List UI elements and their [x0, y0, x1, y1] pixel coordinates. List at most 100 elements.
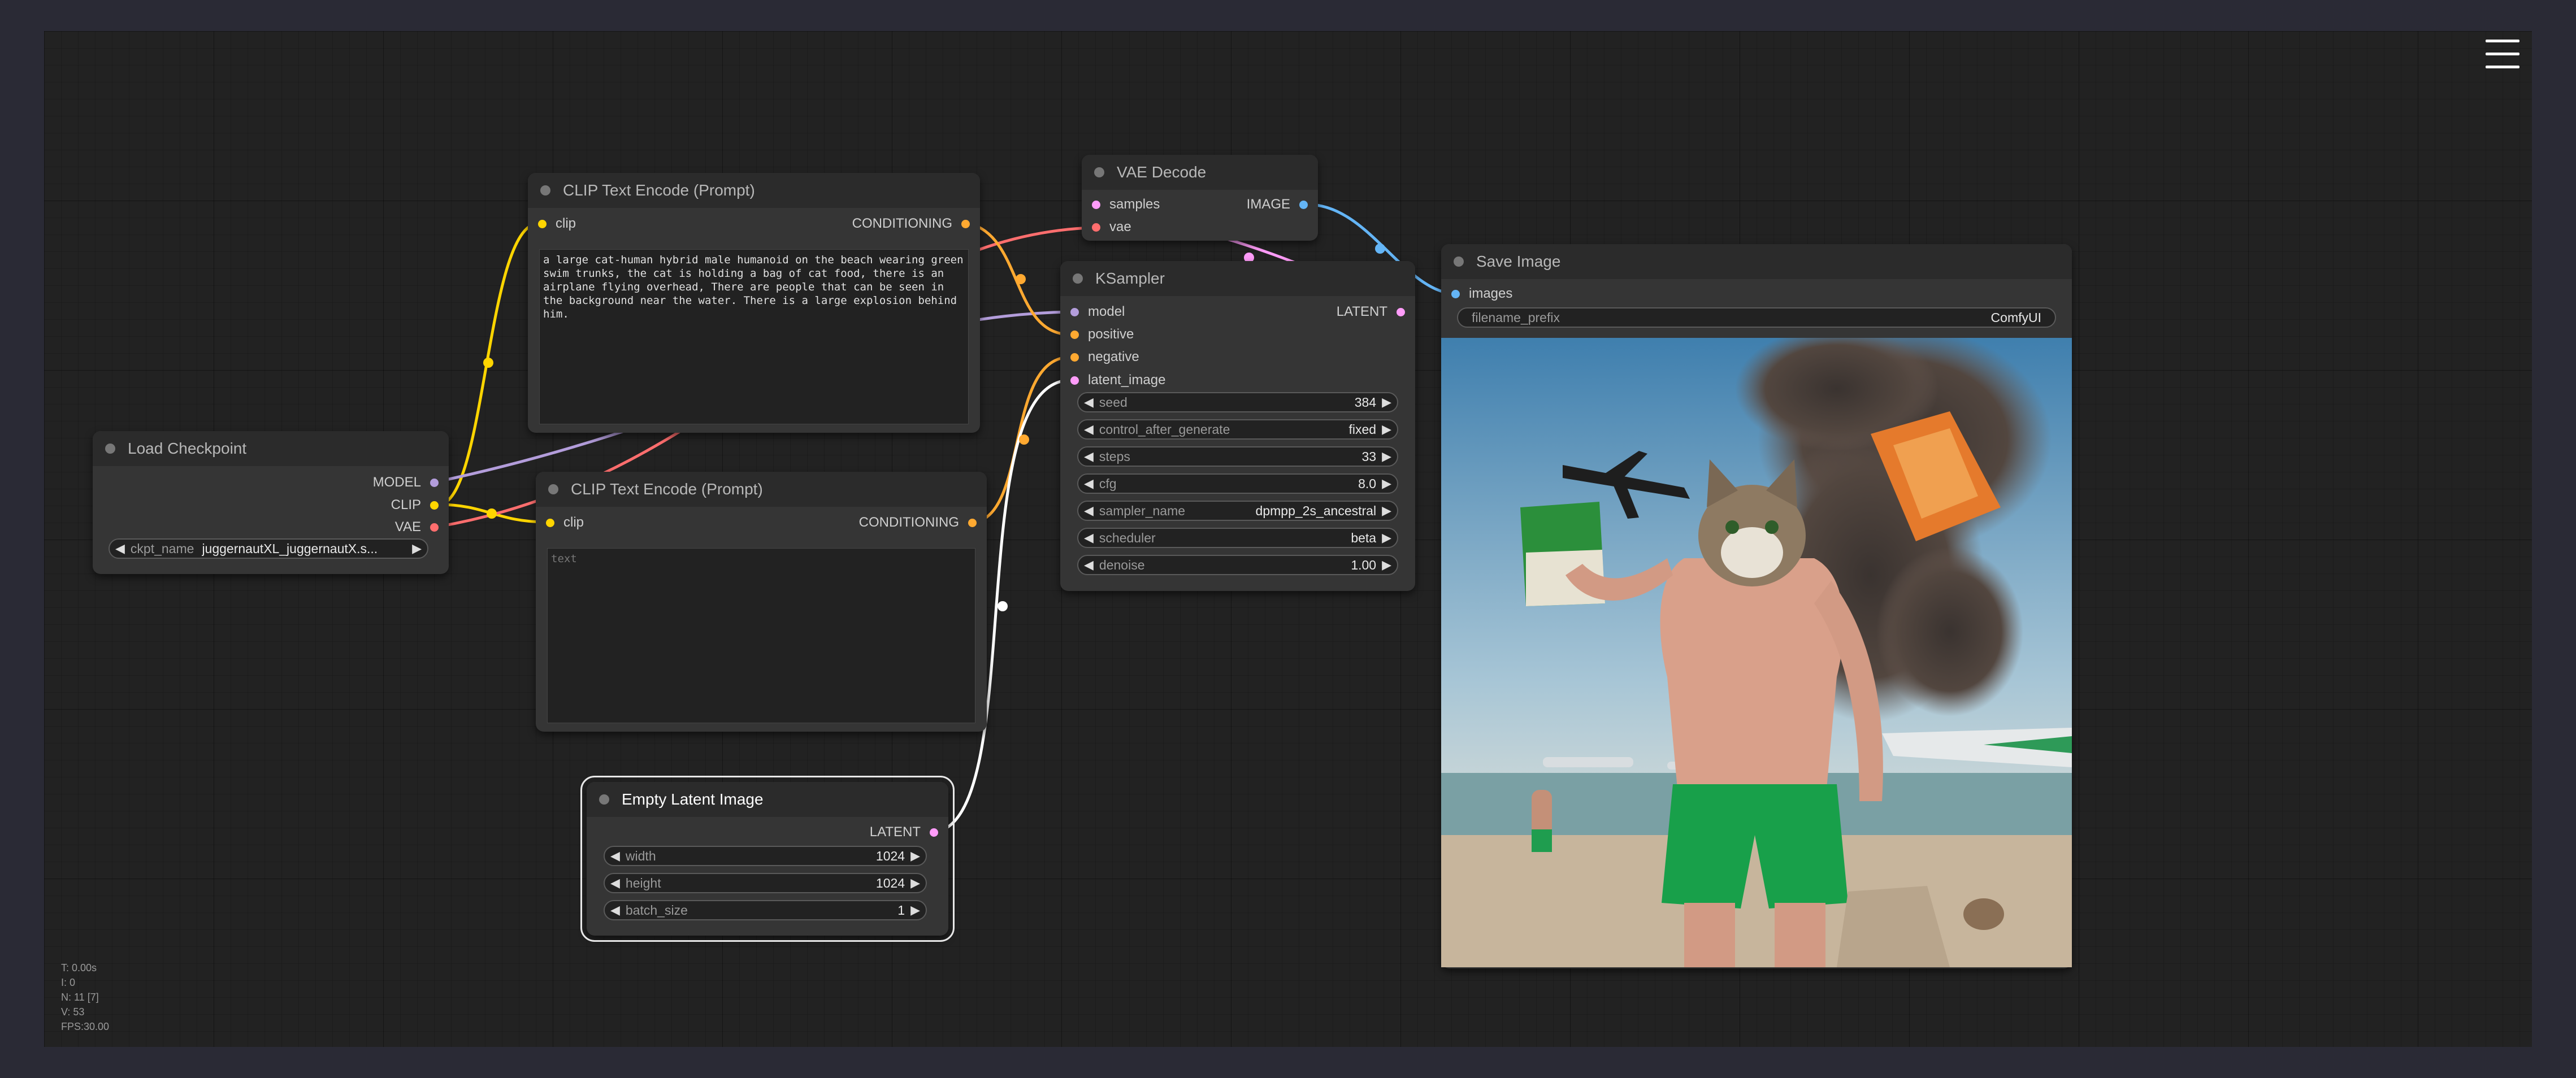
- filename-prefix-widget[interactable]: filename_prefix ComfyUI: [1457, 307, 2056, 328]
- increment-arrow-icon[interactable]: ▶: [1376, 422, 1397, 437]
- widget-label: scheduler: [1099, 530, 1156, 545]
- decrement-arrow-icon[interactable]: ◀: [1078, 395, 1099, 410]
- output-label-latent: LATENT: [869, 824, 921, 840]
- seed-widget[interactable]: ◀ seed 384 ▶: [1077, 392, 1398, 412]
- collapse-dot-icon[interactable]: [1454, 257, 1464, 267]
- decrement-arrow-icon[interactable]: ◀: [1078, 449, 1099, 464]
- decrement-arrow-icon[interactable]: ◀: [605, 876, 626, 890]
- generated-image-preview[interactable]: [1441, 338, 2072, 967]
- steps-widget[interactable]: ◀ steps 33 ▶: [1077, 446, 1398, 467]
- scheduler-widget[interactable]: ◀ scheduler beta ▶: [1077, 528, 1398, 548]
- increment-arrow-icon[interactable]: ▶: [1376, 449, 1397, 464]
- output-slot-model[interactable]: [430, 478, 439, 487]
- widget-value: 1: [897, 902, 905, 918]
- input-label-samples: samples: [1109, 197, 1160, 212]
- collapse-dot-icon[interactable]: [548, 484, 558, 494]
- node-title: KSampler: [1095, 270, 1165, 287]
- output-label-model: MODEL: [372, 475, 421, 490]
- control-after-generate-widget[interactable]: ◀ control_after_generate fixed ▶: [1077, 419, 1398, 440]
- collapse-dot-icon[interactable]: [540, 185, 550, 195]
- widget-value: juggernautXL_juggernautX.s...: [202, 541, 378, 556]
- input-slot-clip[interactable]: [546, 518, 554, 527]
- output-slot-conditioning[interactable]: [968, 518, 977, 527]
- cfg-widget[interactable]: ◀ cfg 8.0 ▶: [1077, 473, 1398, 494]
- hamburger-menu-icon[interactable]: [2486, 40, 2519, 71]
- output-label-conditioning: CONDITIONING: [852, 216, 952, 231]
- collapse-dot-icon[interactable]: [599, 794, 609, 805]
- clip-text-encode-negative-node[interactable]: CLIP Text Encode (Prompt) clip CONDITION…: [536, 472, 987, 732]
- input-slot-vae[interactable]: [1092, 223, 1100, 232]
- decrement-arrow-icon[interactable]: ◀: [1078, 476, 1099, 491]
- input-label-images: images: [1469, 286, 1513, 301]
- output-slot-clip[interactable]: [430, 501, 439, 510]
- input-slot-positive[interactable]: [1070, 330, 1079, 339]
- decrement-arrow-icon[interactable]: ◀: [1078, 531, 1099, 545]
- input-slot-clip[interactable]: [538, 219, 547, 228]
- input-slot-negative[interactable]: [1070, 353, 1079, 362]
- output-slot-conditioning[interactable]: [961, 219, 970, 228]
- empty-latent-image-node[interactable]: Empty Latent Image LATENT ◀ width 1024 ▶…: [580, 776, 955, 942]
- increment-arrow-icon[interactable]: ▶: [905, 903, 926, 918]
- increment-arrow-icon[interactable]: ▶: [1376, 503, 1397, 518]
- increment-arrow-icon[interactable]: ▶: [1376, 476, 1397, 491]
- clip-text-encode-positive-node[interactable]: CLIP Text Encode (Prompt) clip CONDITION…: [528, 173, 980, 433]
- input-label-latent-image: latent_image: [1088, 372, 1166, 388]
- load-checkpoint-node[interactable]: Load Checkpoint MODEL CLIP VAE ◀ ckpt_na…: [93, 431, 449, 574]
- right-arrow-icon[interactable]: ▶: [406, 541, 427, 556]
- output-label-conditioning: CONDITIONING: [858, 515, 959, 530]
- input-slot-model[interactable]: [1070, 307, 1079, 316]
- denoise-widget[interactable]: ◀ denoise 1.00 ▶: [1077, 555, 1398, 575]
- output-slot-image[interactable]: [1299, 200, 1308, 209]
- collapse-dot-icon[interactable]: [105, 444, 115, 454]
- input-label-clip: clip: [563, 515, 584, 530]
- increment-arrow-icon[interactable]: ▶: [1376, 395, 1397, 410]
- stat-visible: V: 53: [61, 1006, 85, 1018]
- input-slot-samples[interactable]: [1092, 200, 1100, 209]
- widget-value: 1.00: [1351, 557, 1377, 572]
- height-number-widget[interactable]: ◀ height 1024 ▶: [604, 873, 927, 893]
- widget-value: 33: [1361, 449, 1377, 464]
- decrement-arrow-icon[interactable]: ◀: [1078, 422, 1099, 437]
- stat-iterations: I: 0: [61, 977, 76, 988]
- output-slot-latent[interactable]: [930, 828, 938, 837]
- increment-arrow-icon[interactable]: ▶: [1376, 558, 1397, 572]
- decrement-arrow-icon[interactable]: ◀: [605, 849, 626, 863]
- collapse-dot-icon[interactable]: [1094, 167, 1104, 177]
- prompt-text-area[interactable]: text: [547, 548, 975, 723]
- decrement-arrow-icon[interactable]: ◀: [1078, 503, 1099, 518]
- output-slot-latent[interactable]: [1397, 307, 1405, 316]
- stat-time: T: 0.00s: [61, 962, 97, 973]
- output-slot-vae[interactable]: [430, 523, 439, 532]
- input-label-model: model: [1088, 304, 1125, 319]
- widget-label: batch_size: [625, 902, 688, 918]
- output-label-latent: LATENT: [1336, 304, 1387, 319]
- input-slot-latent-image[interactable]: [1070, 376, 1079, 385]
- decrement-arrow-icon[interactable]: ◀: [1078, 558, 1099, 572]
- increment-arrow-icon[interactable]: ▶: [905, 876, 926, 890]
- render-stats: T: 0.00s I: 0 N: 11 [7] V: 53 FPS:30.00: [61, 960, 109, 1034]
- output-label-clip: CLIP: [391, 497, 421, 512]
- widget-label: control_after_generate: [1099, 421, 1230, 437]
- input-label-negative: negative: [1088, 349, 1139, 364]
- sampler-name-widget[interactable]: ◀ sampler_name dpmpp_2s_ancestral ▶: [1077, 501, 1398, 521]
- widget-label: height: [625, 875, 661, 890]
- stat-fps: FPS:30.00: [61, 1021, 110, 1032]
- batch-size-number-widget[interactable]: ◀ batch_size 1 ▶: [604, 900, 927, 920]
- widget-label: filename_prefix: [1472, 310, 1560, 325]
- decrement-arrow-icon[interactable]: ◀: [605, 903, 626, 918]
- ckpt-name-combo[interactable]: ◀ ckpt_name juggernautXL_juggernautX.s..…: [109, 538, 428, 559]
- width-number-widget[interactable]: ◀ width 1024 ▶: [604, 846, 927, 866]
- prompt-text-area[interactable]: a large cat-human hybrid male humanoid o…: [539, 249, 969, 424]
- ksampler-node[interactable]: KSampler model positive negative latent_…: [1060, 261, 1415, 591]
- increment-arrow-icon[interactable]: ▶: [905, 849, 926, 863]
- input-slot-images[interactable]: [1451, 289, 1460, 298]
- input-label-vae: vae: [1109, 219, 1131, 234]
- widget-label: ckpt_name: [130, 541, 194, 556]
- collapse-dot-icon[interactable]: [1073, 273, 1083, 284]
- widget-value: ComfyUI: [1990, 310, 2041, 325]
- node-title: CLIP Text Encode (Prompt): [571, 480, 763, 498]
- vae-decode-node[interactable]: VAE Decode samples vae IMAGE: [1082, 155, 1318, 241]
- increment-arrow-icon[interactable]: ▶: [1376, 531, 1397, 545]
- widget-value: 384: [1354, 394, 1377, 410]
- left-arrow-icon[interactable]: ◀: [110, 541, 131, 556]
